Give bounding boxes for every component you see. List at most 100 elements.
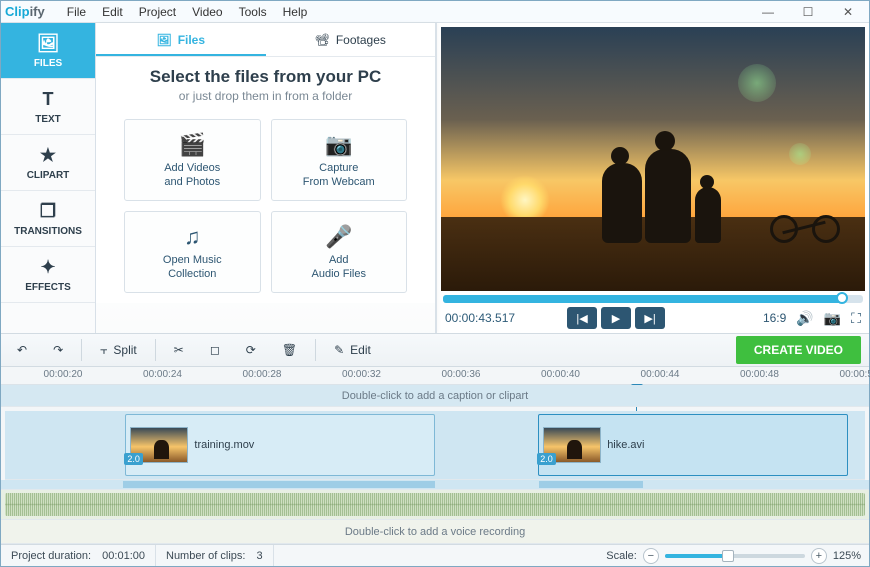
ruler-tick: 00:00:52 — [840, 369, 870, 380]
ruler-tick: 00:00:44 — [641, 369, 680, 380]
menu-project[interactable]: Project — [131, 3, 184, 21]
webcam-icon: 📷 — [325, 132, 352, 158]
redo-button[interactable]: ↷ — [45, 339, 71, 361]
crop-icon: ◻ — [210, 343, 220, 357]
files-panel-tabs: 🖼Files 📽Footages — [96, 23, 435, 57]
tile-line: Add Videos — [164, 162, 220, 174]
scrub-progress — [443, 295, 842, 303]
minimize-button[interactable]: — — [751, 3, 785, 21]
rotate-button[interactable]: ⟳ — [238, 339, 264, 361]
files-panel: 🖼Files 📽Footages Select the files from y… — [96, 23, 436, 333]
caption-lane[interactable]: Double-click to add a caption or clipart — [1, 385, 869, 406]
preview-pane: 00:00:43.517 |◀ ▶ ▶| 16:9 🔊 📷 ⛶ — [436, 23, 869, 333]
zoom-in-button[interactable]: + — [811, 548, 827, 564]
main-row: 🖼FILES TTEXT ★CLIPART ❐ TRANSITIONS ✦EFFE… — [1, 23, 869, 333]
rotate-icon: ⟳ — [246, 343, 256, 357]
sidebar-tab-files[interactable]: 🖼FILES — [1, 23, 95, 79]
undo-icon: ↶ — [17, 343, 27, 357]
app-window: Clipify File Edit Project Video Tools He… — [0, 0, 870, 567]
sidebar-tab-label: TEXT — [35, 114, 61, 125]
panel-tab-files[interactable]: 🖼Files — [96, 23, 266, 56]
image-icon: 🖼 — [37, 33, 60, 54]
undo-button[interactable]: ↶ — [9, 339, 35, 361]
sidebar-tab-transitions[interactable]: ❐ TRANSITIONS — [1, 191, 95, 247]
status-label: Project duration: — [11, 550, 91, 562]
video-lane[interactable]: 2.0training.mov 2.0hike.avi — [5, 411, 865, 479]
transitions-lane[interactable] — [1, 480, 869, 489]
pencil-icon: ✎ — [334, 343, 344, 357]
track-caption: T👁 Double-click to add a caption or clip… — [1, 385, 869, 407]
zoom-out-button[interactable]: − — [643, 548, 659, 564]
menu-tools[interactable]: Tools — [231, 3, 275, 21]
clip-duration-badge: 2.0 — [537, 453, 556, 465]
transition-segment[interactable] — [539, 481, 643, 488]
volume-icon[interactable]: 🔊 — [796, 310, 813, 327]
delete-button[interactable]: 🗑 — [274, 339, 305, 361]
preview-video[interactable] — [441, 27, 865, 291]
split-button[interactable]: ⫟Split — [92, 339, 145, 362]
status-value: 00:01:00 — [102, 550, 145, 562]
audio-lane[interactable] — [1, 490, 869, 519]
track-transitions — [1, 480, 869, 490]
status-label: Number of clips: — [166, 550, 245, 562]
snapshot-icon[interactable]: 📷 — [824, 310, 841, 327]
sidebar-tab-effects[interactable]: ✦EFFECTS — [1, 247, 95, 303]
tile-add-videos-photos[interactable]: 🎬 Add Videos and Photos — [124, 119, 261, 201]
timeline-clip[interactable]: 2.0training.mov — [125, 414, 435, 476]
status-duration: Project duration: 00:01:00 — [1, 545, 156, 566]
timeline-clip[interactable]: 2.0hike.avi — [538, 414, 848, 476]
panel-subhead: or just drop them in from a folder — [114, 89, 417, 103]
ruler-tick: 00:00:32 — [342, 369, 381, 380]
menu-video[interactable]: Video — [184, 3, 230, 21]
magic-icon: ✦ — [40, 257, 55, 278]
maximize-button[interactable]: ☐ — [791, 3, 825, 21]
trash-icon: 🗑 — [282, 343, 297, 357]
menu-help[interactable]: Help — [275, 3, 316, 21]
panel-heading: Select the files from your PC or just dr… — [96, 57, 435, 109]
panel-headline: Select the files from your PC — [114, 67, 417, 87]
status-clip-count: Number of clips: 3 — [156, 545, 274, 566]
fullscreen-icon[interactable]: ⛶ — [851, 310, 861, 327]
tile-line: Audio Files — [312, 268, 366, 280]
clip-duration-badge: 2.0 — [124, 453, 143, 465]
create-video-button[interactable]: CREATE VIDEO — [736, 336, 861, 364]
waveform — [5, 493, 865, 516]
menu-file[interactable]: File — [59, 3, 94, 21]
tile-open-music[interactable]: ♫ Open Music Collection — [124, 211, 261, 293]
transition-segment[interactable] — [123, 481, 435, 488]
panel-tiles: 🎬 Add Videos and Photos 📷 Capture From W… — [96, 109, 435, 303]
menu-edit[interactable]: Edit — [94, 3, 131, 21]
zoom-handle[interactable] — [722, 550, 734, 562]
tile-add-audio[interactable]: 🎤 Add Audio Files — [271, 211, 408, 293]
sidebar-tab-label: TRANSITIONS — [14, 226, 82, 237]
crop-button[interactable]: ◻ — [202, 339, 228, 361]
voice-lane[interactable]: Double-click to add a voice recording — [1, 520, 869, 543]
tile-line: Add — [329, 254, 349, 266]
preview-scrub-bar[interactable] — [443, 295, 863, 303]
zoom-control: Scale: − + 125% — [598, 548, 869, 564]
preview-toolbar: 00:00:43.517 |◀ ▶ ▶| 16:9 🔊 📷 ⛶ — [437, 303, 869, 333]
ruler-tick: 00:00:28 — [243, 369, 282, 380]
time-ruler[interactable]: 00:00:2000:00:2400:00:2800:00:3200:00:36… — [1, 367, 869, 385]
microphone-icon: 🎤 — [325, 224, 352, 250]
sidebar-tab-text[interactable]: TTEXT — [1, 79, 95, 135]
play-button[interactable]: ▶ — [601, 307, 631, 329]
scrub-handle[interactable] — [836, 292, 848, 304]
layers-icon: ❐ — [40, 201, 56, 222]
split-icon: ⫟ — [100, 343, 107, 358]
sidebar-tab-clipart[interactable]: ★CLIPART — [1, 135, 95, 191]
close-button[interactable]: ✕ — [831, 3, 865, 21]
aspect-ratio-button[interactable]: 16:9 — [763, 311, 786, 325]
next-button[interactable]: ▶| — [635, 307, 665, 329]
ruler-tick: 00:00:36 — [442, 369, 481, 380]
prev-button[interactable]: |◀ — [567, 307, 597, 329]
zoom-slider[interactable] — [665, 554, 805, 558]
tile-capture-webcam[interactable]: 📷 Capture From Webcam — [271, 119, 408, 201]
timeline-body: T👁 Double-click to add a caption or clip… — [1, 385, 869, 544]
ruler-tick: 00:00:24 — [143, 369, 182, 380]
cut-button[interactable]: ✂ — [166, 339, 192, 361]
panel-tab-footages[interactable]: 📽Footages — [266, 23, 436, 56]
status-value: 3 — [257, 550, 263, 562]
caption-hint: Double-click to add a caption or clipart — [1, 385, 869, 406]
edit-button[interactable]: ✎Edit — [326, 339, 379, 361]
